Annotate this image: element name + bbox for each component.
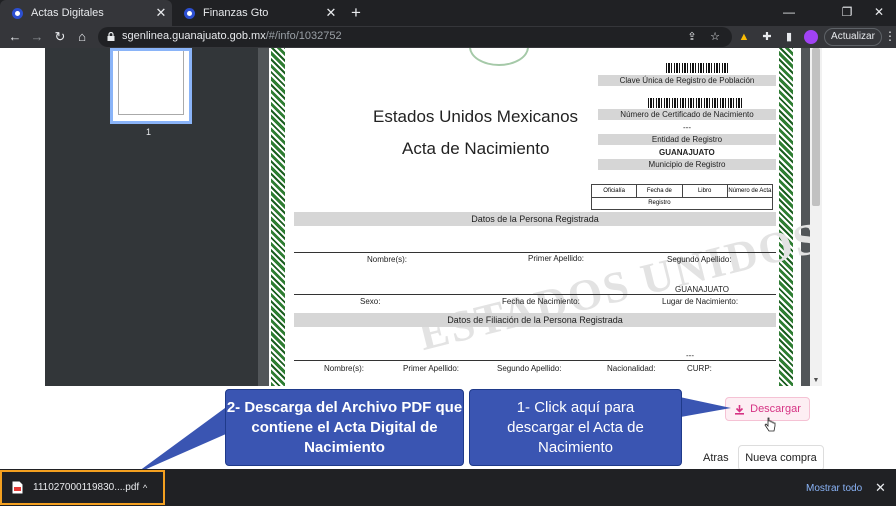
entity-label: Entidad de Registro	[598, 134, 776, 145]
back-link[interactable]: Atras	[703, 452, 729, 464]
tab-title: Actas Digitales	[31, 7, 104, 19]
table-header: Libro	[682, 185, 728, 198]
download-button-label: Descargar	[750, 403, 801, 415]
reload-button[interactable]: ↻	[51, 28, 69, 46]
certificate-value: ---	[683, 123, 691, 132]
new-tab-button[interactable]: +	[346, 3, 366, 23]
download-file-name: 111027000119830....pdf	[33, 482, 140, 493]
curp-label: Clave Única de Registro de Población	[598, 75, 776, 86]
doc-country-title: Estados Unidos Mexicanos	[373, 107, 579, 126]
decorative-border	[271, 48, 285, 386]
label-curp: CURP:	[687, 364, 712, 373]
thumbnail-sidebar: 1	[45, 48, 258, 386]
certificate-barcode	[648, 98, 744, 108]
tab-finanzas-gto[interactable]: Finanzas Gto ✕	[172, 0, 342, 26]
hand-cursor-icon	[764, 417, 776, 432]
show-all-link[interactable]: Mostrar todo	[806, 483, 862, 494]
viewer-scrollbar[interactable]: ▼	[810, 48, 822, 386]
registry-table: Oficialía Fecha de Registro Libro Número…	[591, 184, 773, 210]
curp-barcode	[666, 63, 730, 73]
birth-place-value: GUANAJUATO	[675, 285, 729, 294]
label-sex: Sexo:	[360, 297, 381, 306]
star-icon[interactable]: ☆	[708, 30, 722, 44]
puzzle-icon[interactable]: ✚	[760, 30, 774, 44]
coat-of-arms-icon	[469, 48, 529, 66]
restore-button[interactable]: ❐	[830, 0, 864, 26]
thumbnail-page-number: 1	[146, 127, 152, 137]
site-favicon-icon	[184, 7, 195, 19]
tab-actas-digitales[interactable]: Actas Digitales ✕	[0, 0, 172, 26]
label-parent-second-surname: Segundo Apellido:	[497, 364, 562, 373]
table-header: Oficialía	[592, 185, 638, 198]
page-content: 1 ESTADOS UNIDOS MEXICANOS Estados Unido…	[0, 48, 896, 474]
tab-strip: Actas Digitales ✕ Finanzas Gto ✕ + — ❐ ✕	[0, 0, 896, 26]
scrollbar-thumb[interactable]	[812, 48, 820, 206]
close-window-button[interactable]: ✕	[862, 0, 896, 26]
extension-icon[interactable]: ▲	[737, 30, 751, 44]
forward-button[interactable]: →	[28, 28, 46, 46]
chevron-up-icon[interactable]: ^	[143, 483, 163, 493]
callout-pointer	[135, 408, 235, 474]
sidepanel-icon[interactable]: ▮	[782, 30, 796, 44]
url-path: /#/info/1032752	[265, 30, 342, 42]
lock-icon	[107, 32, 115, 41]
table-header: Número de Acta	[727, 185, 772, 198]
download-item[interactable]: 111027000119830....pdf ^	[0, 470, 165, 505]
scroll-down-arrow-icon[interactable]: ▼	[812, 377, 820, 384]
back-button[interactable]: ←	[6, 28, 24, 46]
profile-icon[interactable]	[804, 30, 818, 44]
label-second-surname: Segundo Apellido:	[667, 255, 732, 264]
address-bar[interactable]: sgenlinea.guanajuato.gob.mx/#/info/10327…	[98, 27, 732, 47]
label-first-name: Nombre(s):	[367, 255, 408, 264]
pdf-file-icon	[12, 481, 23, 494]
tab-close-icon[interactable]: ✕	[320, 5, 342, 21]
label-birth-place: Lugar de Nacimiento:	[662, 297, 739, 306]
page-thumbnail[interactable]	[110, 48, 192, 124]
share-icon[interactable]: ⇪	[685, 30, 699, 44]
minimize-button[interactable]: —	[772, 0, 806, 26]
browser-toolbar: ← → ↻ ⌂ sgenlinea.guanajuato.gob.mx/#/in…	[0, 26, 896, 48]
certificate-label: Número de Certificado de Nacimiento	[598, 109, 776, 120]
callout-click-here: 1- Click aquí para descargar el Acta de …	[469, 389, 682, 466]
divider	[294, 252, 776, 253]
label-parent-first-name: Nombre(s):	[324, 364, 365, 373]
close-shelf-icon[interactable]: ✕	[875, 480, 886, 496]
url-text: sgenlinea.guanajuato.gob.mx/#/info/10327…	[122, 30, 342, 42]
divider	[294, 360, 776, 361]
section-parents: Datos de Filiación de la Persona Registr…	[294, 313, 776, 327]
home-button[interactable]: ⌂	[73, 28, 91, 46]
municipality-label: Municipio de Registro	[598, 159, 776, 170]
callout-pointer	[675, 396, 731, 418]
site-favicon-icon	[12, 7, 23, 19]
callout-download-file: 2- Descarga del Archivo PDF que contiene…	[225, 389, 464, 466]
watermark: ESTADOS UNIDOS MEXICANOS	[413, 139, 822, 361]
table-header: Fecha de Registro	[637, 185, 683, 206]
entity-value: GUANAJUATO	[659, 148, 715, 157]
label-first-surname: Primer Apellido:	[528, 254, 585, 263]
label-nationality: Nacionalidad:	[607, 364, 656, 373]
pdf-viewer: 1 ESTADOS UNIDOS MEXICANOS Estados Unido…	[45, 48, 822, 386]
doc-type-title: Acta de Nacimiento	[402, 139, 550, 158]
section-registered-person: Datos de la Persona Registrada	[294, 212, 776, 226]
update-button[interactable]: Actualizar	[824, 28, 882, 46]
label-birth-date: Fecha de Nacimiento:	[502, 297, 580, 306]
download-icon	[735, 404, 745, 415]
document-page: ESTADOS UNIDOS MEXICANOS Estados Unidos …	[269, 48, 822, 386]
url-domain: sgenlinea.guanajuato.gob.mx	[122, 30, 266, 42]
parent-dash-value: ---	[686, 351, 694, 360]
new-purchase-button[interactable]: Nueva compra	[738, 445, 824, 471]
label-parent-first-surname: Primer Apellido:	[403, 364, 460, 373]
download-shelf: 111027000119830....pdf ^ Mostrar todo ✕	[0, 469, 896, 506]
tab-close-icon[interactable]: ✕	[150, 5, 172, 21]
divider	[294, 294, 776, 295]
tab-title: Finanzas Gto	[203, 7, 269, 19]
menu-icon[interactable]: ⋮	[884, 29, 896, 43]
